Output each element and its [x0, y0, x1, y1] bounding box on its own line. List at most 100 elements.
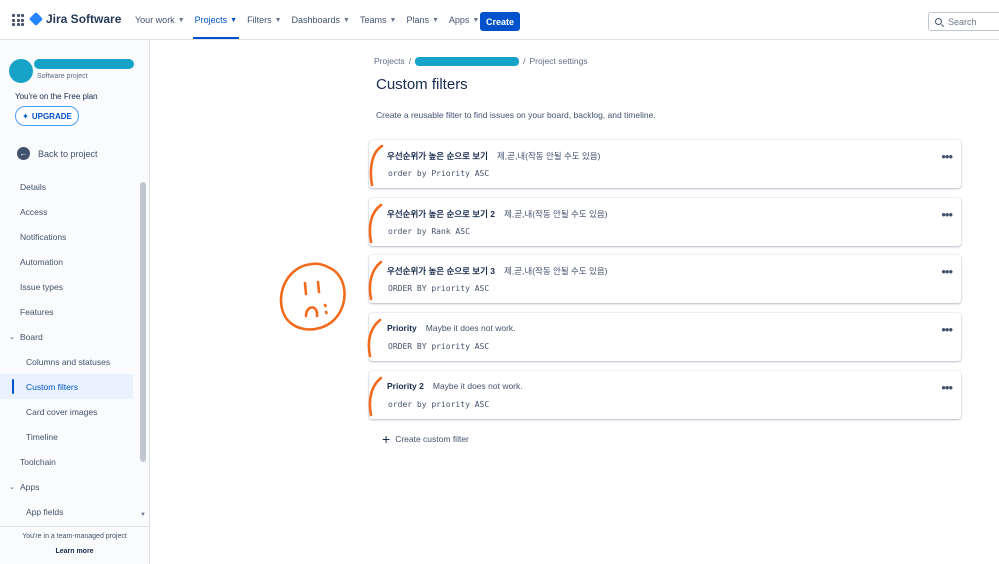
nav-dashboards[interactable]: Dashboards ▼	[287, 0, 355, 40]
sidebar-item-card-cover-images[interactable]: Card cover images	[0, 399, 138, 424]
filter-header: 우선순위가 높은 순으로 보기 2 제,곧,내(작동 안될 수도 있음)	[387, 208, 608, 220]
filter-jql: order by Rank ASC	[388, 227, 470, 236]
chevron-down-icon: ⌄	[9, 483, 15, 491]
project-name-redacted	[34, 59, 134, 69]
sidebar-item-notifications[interactable]: Notifications	[0, 224, 138, 249]
annotation-sad-face-eye	[316, 280, 321, 294]
nav-label: Plans	[406, 15, 429, 25]
breadcrumb-project-redacted[interactable]	[415, 56, 520, 66]
filter-card[interactable]: Priority Maybe it does not work. ORDER B…	[369, 313, 961, 361]
create-filter-label: Create custom filter	[395, 434, 469, 444]
nav-label: Filters	[247, 15, 272, 25]
sidebar-item-toolchain[interactable]: Toolchain	[0, 449, 138, 474]
filter-name: Priority	[387, 323, 417, 333]
chevron-down-icon: ▼	[274, 16, 282, 24]
sidebar-item-access[interactable]: Access	[0, 199, 138, 224]
nav-teams[interactable]: Teams ▼	[355, 0, 401, 40]
nav-label: Apps	[448, 15, 470, 25]
learn-more-link[interactable]: Learn more	[0, 548, 149, 555]
filter-card[interactable]: 우선순위가 높은 순으로 보기 2 제,곧,내(작동 안될 수도 있음) ord…	[369, 198, 961, 246]
sidebar-footer: You're in a team-managed project Learn m…	[0, 526, 149, 555]
back-label: Back to project	[38, 148, 98, 159]
filter-card[interactable]: 우선순위가 높은 순으로 보기 제,곧,내(작동 안될 수도 있음) order…	[369, 140, 961, 188]
page-description: Create a reusable filter to find issues …	[376, 110, 656, 120]
annotation-sad-face-outline	[279, 262, 346, 331]
sidebar-item-automation[interactable]: Automation	[0, 249, 138, 274]
nav-label: Your work	[135, 15, 175, 25]
more-horizontal-icon[interactable]: •••	[941, 150, 953, 163]
annotation-sad-face-tear	[323, 303, 327, 308]
filter-card[interactable]: Priority 2 Maybe it does not work. order…	[369, 371, 961, 419]
filter-header: Priority Maybe it does not work.	[387, 323, 516, 333]
nav-plans[interactable]: Plans ▼	[401, 0, 443, 40]
team-managed-text: You're in a team-managed project	[22, 533, 127, 540]
filter-name: Priority 2	[387, 381, 424, 391]
filter-description: Maybe it does not work.	[425, 323, 516, 333]
sidebar-group-board[interactable]: ⌄ Board	[0, 324, 138, 349]
filter-jql: order by Priority ASC	[388, 169, 490, 178]
more-horizontal-icon[interactable]: •••	[941, 381, 953, 394]
sparkle-icon: ✦	[22, 111, 29, 121]
more-horizontal-icon[interactable]: •••	[941, 265, 953, 278]
nav-label: Projects	[194, 15, 228, 25]
nav-filters[interactable]: Filters ▼	[242, 0, 286, 40]
chevron-down-icon: ▼	[431, 16, 439, 24]
chevron-down-icon: ⌄	[9, 333, 15, 341]
create-button[interactable]: Create	[480, 12, 520, 31]
search-input[interactable]: Search	[928, 12, 999, 31]
sidebar-item-features[interactable]: Features	[0, 299, 138, 324]
filter-jql: ORDER BY priority ASC	[388, 284, 490, 293]
app-switcher-icon[interactable]	[12, 14, 24, 26]
scroll-down-arrow-icon[interactable]: ▼	[140, 512, 146, 518]
sidebar: Software project You're on the Free plan…	[0, 40, 150, 564]
filter-name: 우선순위가 높은 순으로 보기	[387, 151, 488, 161]
filter-name: 우선순위가 높은 순으로 보기 2	[387, 209, 496, 219]
more-horizontal-icon[interactable]: •••	[941, 323, 953, 336]
plan-text: You're on the Free plan	[15, 92, 98, 101]
sidebar-item-custom-filters[interactable]: Custom filters	[0, 374, 133, 399]
filter-description: Maybe it does not work.	[432, 381, 523, 391]
breadcrumb-separator: /	[408, 56, 412, 66]
filter-jql: ORDER BY priority ASC	[388, 342, 490, 351]
chevron-down-icon: ▼	[343, 16, 350, 24]
plus-icon: +	[382, 431, 391, 447]
filter-description: 제,곧,내(작동 안될 수도 있음)	[504, 266, 608, 276]
project-avatar[interactable]	[9, 59, 33, 83]
filter-description: 제,곧,내(작동 안될 수도 있음)	[496, 151, 601, 161]
annotation-sad-face-eye	[303, 281, 308, 296]
upgrade-label: UPGRADE	[31, 111, 72, 121]
sidebar-scrollbar[interactable]: ▼	[139, 178, 147, 518]
jira-logo[interactable]: Jira Software	[28, 11, 121, 27]
breadcrumb-project-settings[interactable]: Project settings	[529, 56, 587, 66]
nav-projects[interactable]: Projects ▼	[190, 0, 242, 40]
filter-card[interactable]: 우선순위가 높은 순으로 보기 3 제,곧,내(작동 안될 수도 있음) ORD…	[369, 255, 961, 303]
chevron-down-icon: ▼	[177, 16, 185, 24]
nav-label: Dashboards	[291, 15, 341, 25]
sidebar-group-label: Board	[20, 331, 43, 342]
sidebar-item-details[interactable]: Details	[0, 174, 138, 199]
sidebar-item-issue-types[interactable]: Issue types	[0, 274, 138, 299]
breadcrumb-projects[interactable]: Projects	[374, 56, 405, 66]
filter-header: Priority 2 Maybe it does not work.	[387, 381, 523, 391]
filter-name: 우선순위가 높은 순으로 보기 3	[387, 266, 496, 276]
sidebar-item-columns-and-statuses[interactable]: Columns and statuses	[0, 349, 138, 374]
sidebar-item-app-fields[interactable]: App fields	[0, 499, 138, 524]
nav-your-work[interactable]: Your work ▼	[130, 0, 190, 40]
filter-header: 우선순위가 높은 순으로 보기 제,곧,내(작동 안될 수도 있음)	[387, 150, 600, 162]
back-to-project-link[interactable]: ← Back to project	[17, 147, 98, 160]
page-title: Custom filters	[376, 76, 468, 93]
chevron-down-icon: ▼	[472, 16, 480, 24]
create-custom-filter-button[interactable]: + Create custom filter	[382, 432, 469, 446]
sidebar-group-apps[interactable]: ⌄ Apps	[0, 474, 138, 499]
sidebar-item-timeline[interactable]: Timeline	[0, 424, 138, 449]
nav-apps[interactable]: Apps ▼	[444, 0, 484, 40]
top-navigation: Jira Software Your work ▼ Projects ▼ Filte…	[0, 0, 999, 40]
search-placeholder: Search	[948, 16, 977, 27]
arrow-left-icon: ←	[17, 147, 30, 160]
more-horizontal-icon[interactable]: •••	[941, 208, 953, 221]
annotation-sad-face-mouth	[304, 306, 319, 318]
nav-items: Your work ▼ Projects ▼ Filters ▼ Dashboards…	[130, 0, 484, 40]
upgrade-button[interactable]: ✦ UPGRADE	[15, 106, 79, 126]
scrollbar-thumb[interactable]	[140, 182, 146, 462]
chevron-down-icon: ▼	[230, 16, 238, 24]
